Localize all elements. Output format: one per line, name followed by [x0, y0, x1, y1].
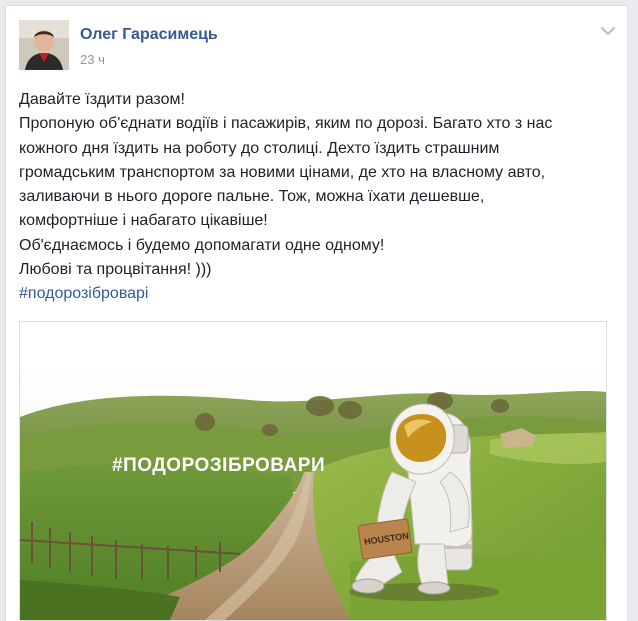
- author-name[interactable]: Олег Гарасимець: [80, 26, 218, 44]
- post-photo[interactable]: HOUSTON #ПОДОРОЗІБРОВАРИ: [19, 321, 607, 621]
- post-text-line: комфортніше і набагато цікавіше!: [19, 212, 268, 230]
- post-options-button[interactable]: [599, 24, 617, 38]
- post-text-line: Об'єднаємось і будемо допомагати одне од…: [19, 236, 385, 254]
- post-text-line: громадським транспортом за новими цінами…: [19, 163, 546, 181]
- post-text-line: Любові та процвітання! ))): [19, 261, 212, 279]
- hashtag-link[interactable]: #подорозіброварі: [19, 285, 148, 303]
- astronaut-road-photo: HOUSTON #ПОДОРОЗІБРОВАРИ: [20, 322, 606, 620]
- post-text-line: кожного дня їздить на роботу до столиці.…: [19, 139, 500, 157]
- avatar[interactable]: [19, 20, 69, 70]
- post-card: Олег Гарасимець 23 ч Давайте їздити разо…: [5, 5, 628, 621]
- post-text-line: заливаючи в нього дороге пальне. Тож, мо…: [19, 188, 485, 206]
- post-text: Давайте їздити разом! Пропоную об'єднати…: [19, 88, 619, 282]
- chevron-down-icon: [600, 26, 616, 36]
- post-text-line: Пропоную об'єднати водіїв і пасажирів, я…: [19, 115, 553, 133]
- post-text-line: Давайте їздити разом!: [19, 91, 185, 108]
- image-overlay-hashtag: #ПОДОРОЗІБРОВАРИ: [112, 455, 325, 476]
- avatar-image: [19, 20, 69, 70]
- post-timestamp[interactable]: 23 ч: [80, 52, 105, 67]
